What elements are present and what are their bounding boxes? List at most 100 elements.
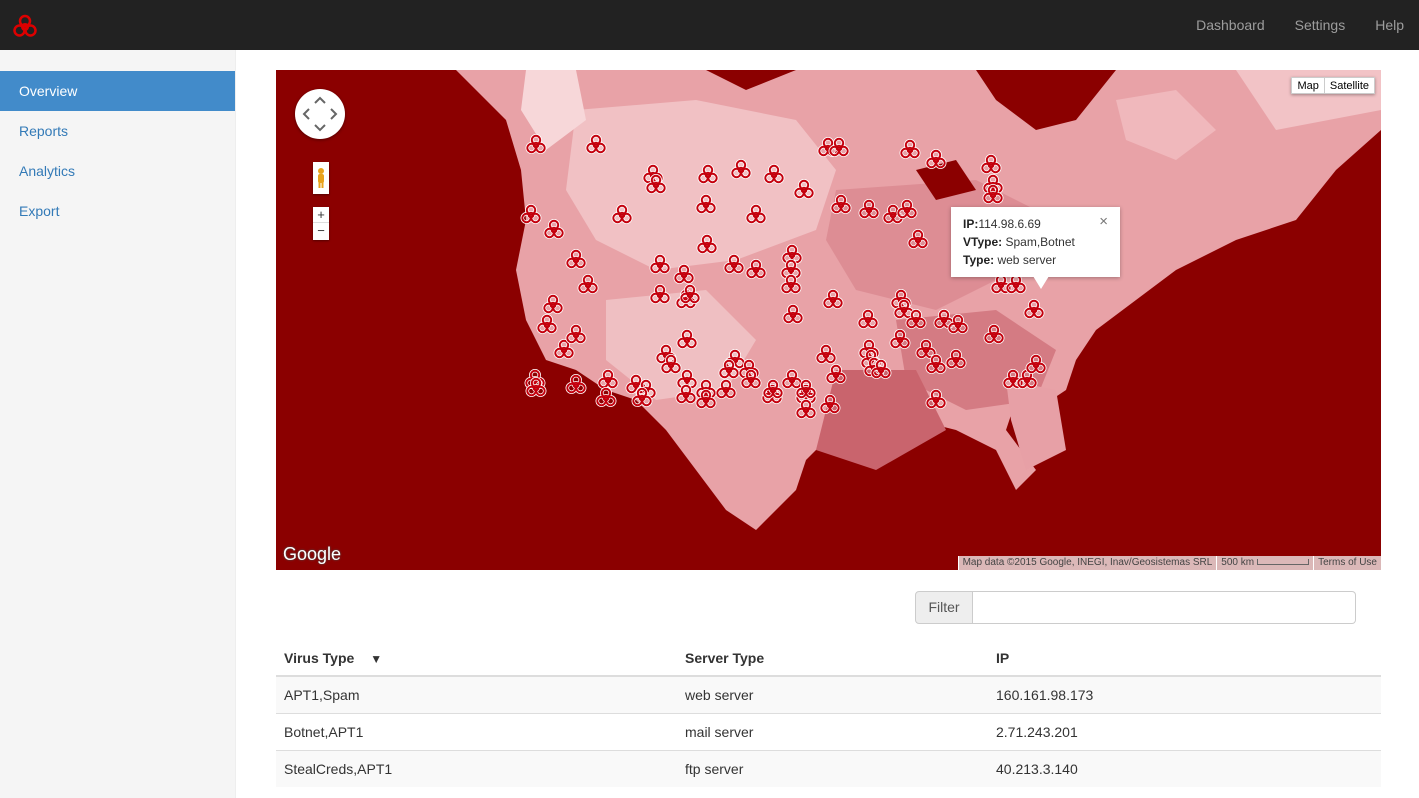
nav-dashboard[interactable]: Dashboard [1181, 0, 1280, 50]
biohazard-marker[interactable] [761, 378, 785, 402]
biohazard-marker[interactable] [827, 136, 851, 160]
biohazard-marker[interactable] [762, 163, 786, 187]
street-view-pegman[interactable] [313, 162, 329, 194]
info-vtype-line: VType: Spam,Botnet [963, 233, 1108, 251]
filter-group: Filter [915, 591, 1356, 624]
biohazard-marker[interactable] [888, 328, 912, 352]
biohazard-icon[interactable] [12, 14, 38, 40]
biohazard-marker[interactable] [542, 218, 566, 242]
biohazard-marker[interactable] [946, 313, 970, 337]
info-ip-value: 114.98.6.69 [978, 217, 1041, 231]
biohazard-marker[interactable] [739, 368, 763, 392]
pan-control[interactable] [295, 89, 345, 139]
close-icon[interactable]: × [1099, 214, 1108, 230]
biohazard-marker[interactable] [576, 273, 600, 297]
biohazard-marker[interactable] [744, 203, 768, 227]
map-scale: 500 km [1216, 556, 1314, 570]
threat-table: Virus Type ▼ Server Type IP APT1,Spam web… [276, 640, 1381, 787]
nav-help[interactable]: Help [1360, 0, 1419, 50]
cell-server-type: web server [677, 675, 988, 713]
biohazard-marker[interactable] [648, 283, 672, 307]
biohazard-marker[interactable] [895, 198, 919, 222]
biohazard-marker[interactable] [779, 273, 803, 297]
sidebar-item-overview[interactable]: Overview [0, 71, 235, 111]
biohazard-marker[interactable] [644, 173, 668, 197]
biohazard-marker[interactable] [696, 163, 720, 187]
cell-ip: 40.213.3.140 [988, 749, 1381, 787]
biohazard-marker[interactable] [524, 133, 548, 157]
biohazard-marker[interactable] [694, 388, 718, 412]
zoom-in-button[interactable]: + [313, 207, 329, 223]
biohazard-marker[interactable] [564, 248, 588, 272]
biohazard-marker[interactable] [678, 283, 702, 307]
threat-map[interactable]: Map Satellite + − IP:114.98.6.69 VType: … [276, 70, 1381, 570]
column-header-ip[interactable]: IP [988, 640, 1381, 677]
biohazard-marker[interactable] [1022, 298, 1046, 322]
biohazard-marker[interactable] [1024, 353, 1048, 377]
table-row[interactable]: Botnet,APT1 mail server 2.71.243.201 [276, 712, 1381, 750]
scale-bar-icon [1257, 559, 1310, 566]
column-header-server-type[interactable]: Server Type [677, 640, 988, 677]
biohazard-marker[interactable] [630, 386, 654, 410]
biohazard-marker[interactable] [564, 373, 588, 397]
biohazard-marker[interactable] [794, 378, 818, 402]
cell-virus-type: Botnet,APT1 [276, 712, 677, 750]
biohazard-marker[interactable] [564, 323, 588, 347]
biohazard-marker[interactable] [648, 253, 672, 277]
table-row[interactable]: APT1,Spam web server 160.161.98.173 [276, 675, 1381, 713]
biohazard-marker[interactable] [924, 388, 948, 412]
biohazard-marker[interactable] [594, 386, 618, 410]
biohazard-marker[interactable] [857, 198, 881, 222]
biohazard-marker[interactable] [695, 233, 719, 257]
biohazard-marker[interactable] [584, 133, 608, 157]
cell-ip: 2.71.243.201 [988, 712, 1381, 750]
terms-of-use-link[interactable]: Terms of Use [1313, 556, 1381, 570]
biohazard-marker[interactable] [722, 253, 746, 277]
biohazard-marker[interactable] [781, 303, 805, 327]
biohazard-marker[interactable] [519, 203, 543, 227]
biohazard-marker[interactable] [906, 228, 930, 252]
biohazard-marker[interactable] [694, 193, 718, 217]
biohazard-marker[interactable] [869, 358, 893, 382]
filter-input[interactable] [973, 591, 1356, 624]
google-logo: Google [283, 544, 342, 564]
table-header-row: Virus Type ▼ Server Type IP [276, 640, 1381, 677]
map-data-attribution: Map data ©2015 Google, INEGI, Inav/Geosi… [957, 556, 1217, 570]
map-attribution-bar: Map data ©2015 Google, INEGI, Inav/Geosi… [957, 556, 1381, 570]
biohazard-marker[interactable] [944, 348, 968, 372]
biohazard-marker[interactable] [792, 178, 816, 202]
info-window-tail [1033, 276, 1049, 289]
biohazard-marker[interactable] [898, 138, 922, 162]
cell-server-type: mail server [677, 712, 988, 750]
sidebar-item-analytics[interactable]: Analytics [0, 151, 235, 191]
biohazard-marker[interactable] [982, 323, 1006, 347]
biohazard-marker[interactable] [856, 308, 880, 332]
sort-desc-icon[interactable]: ▼ [370, 652, 382, 666]
map-scale-label: 500 km [1221, 557, 1255, 568]
biohazard-marker[interactable] [981, 183, 1005, 207]
table-row[interactable]: StealCreds,APT1 ftp server 40.213.3.140 [276, 749, 1381, 787]
biohazard-marker[interactable] [824, 363, 848, 387]
zoom-out-button[interactable]: − [313, 223, 329, 239]
biohazard-marker[interactable] [821, 288, 845, 312]
cell-ip: 160.161.98.173 [988, 675, 1381, 713]
biohazard-marker[interactable] [675, 328, 699, 352]
biohazard-marker[interactable] [524, 376, 548, 400]
info-vtype-value: Spam,Botnet [1005, 235, 1075, 249]
biohazard-marker[interactable] [744, 258, 768, 282]
map-type-satellite-button[interactable]: Satellite [1323, 77, 1375, 94]
sidebar-item-reports[interactable]: Reports [0, 111, 235, 151]
sidebar-item-export[interactable]: Export [0, 191, 235, 231]
map-type-map-button[interactable]: Map [1291, 77, 1324, 94]
info-type-line: Type: web server [963, 251, 1108, 269]
info-ip-label: IP: [963, 217, 979, 231]
biohazard-marker[interactable] [610, 203, 634, 227]
biohazard-marker[interactable] [924, 148, 948, 172]
biohazard-marker[interactable] [829, 193, 853, 217]
biohazard-marker[interactable] [729, 158, 753, 182]
column-header-virus-type[interactable]: Virus Type ▼ [276, 640, 677, 677]
biohazard-marker[interactable] [818, 393, 842, 417]
cell-server-type: ftp server [677, 749, 988, 787]
nav-settings[interactable]: Settings [1280, 0, 1361, 50]
biohazard-marker[interactable] [535, 313, 559, 337]
